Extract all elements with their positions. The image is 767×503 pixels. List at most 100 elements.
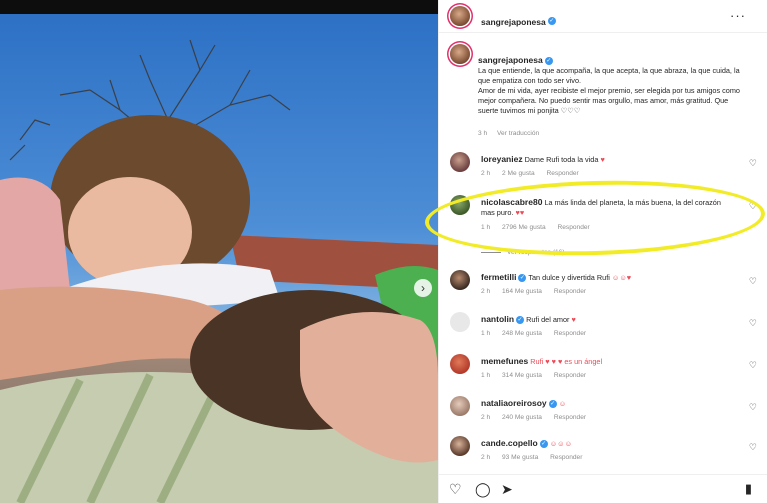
- reply-button[interactable]: Responder: [546, 170, 578, 177]
- comment-username[interactable]: memefunes: [481, 356, 528, 366]
- comment-likes[interactable]: 2 Me gusta: [502, 170, 535, 177]
- comment-username[interactable]: nicolascabre80: [481, 197, 542, 207]
- caption-meta: 3 h Ver traducción: [478, 130, 547, 137]
- heart-icon[interactable]: ♡: [749, 201, 757, 212]
- view-replies-label[interactable]: Ver respuestas (16): [507, 249, 565, 256]
- caption-time: 3 h: [478, 130, 488, 137]
- comment-avatar[interactable]: [450, 354, 470, 374]
- comment-item: memefunes Rufi ♥ ♥ ♥ es un ángel 1 h 314…: [450, 354, 765, 386]
- heart-emoji: ♥: [600, 155, 605, 164]
- replies-divider: [481, 251, 501, 253]
- translate-link[interactable]: Ver traducción: [497, 130, 539, 137]
- comment-meta: 2 h 93 Me gusta Responder: [481, 454, 592, 461]
- comment-username[interactable]: cande.copello: [481, 438, 538, 448]
- comment-text: fermetilli ✓ Tan dulce y divertida Rufi ☺…: [481, 272, 731, 283]
- bookmark-icon[interactable]: ▮: [745, 481, 752, 497]
- action-bar: ♡ ◯ ➤ ▮: [439, 474, 767, 503]
- comment-meta: 2 h 240 Me gusta Responder: [481, 414, 596, 421]
- comment-meta: 1 h 248 Me gusta Responder: [481, 330, 596, 337]
- emoji: ☺: [558, 399, 567, 408]
- comment-avatar[interactable]: [450, 270, 470, 290]
- comment-meta: 1 h 314 Me gusta Responder: [481, 372, 596, 379]
- comment-body: Tan dulce y divertida Rufi: [528, 273, 610, 282]
- comment-time: 2 h: [481, 454, 491, 461]
- heart-icon[interactable]: ♡: [749, 442, 757, 453]
- comment-username[interactable]: loreyaniez: [481, 154, 523, 164]
- comment-avatar[interactable]: [450, 396, 470, 416]
- chevron-right-icon[interactable]: ›: [414, 279, 432, 297]
- more-horizontal-icon[interactable]: ···: [730, 8, 746, 23]
- comment-body: Rufi ♥ ♥ ♥ es un ángel: [530, 357, 603, 366]
- comment-item: fermetilli ✓ Tan dulce y divertida Rufi ☺…: [450, 270, 765, 302]
- comment-likes[interactable]: 2796 Me gusta: [502, 224, 546, 231]
- post-photo: ›: [0, 0, 438, 503]
- heart-icon[interactable]: ♡: [749, 360, 757, 371]
- comment-item: cande.copello ✓ ☺☺☺ 2 h 93 Me gusta Respo…: [450, 436, 765, 468]
- comment-time: 2 h: [481, 170, 491, 177]
- comment-likes[interactable]: 248 Me gusta: [502, 330, 542, 337]
- share-icon[interactable]: ➤: [501, 481, 513, 497]
- comment-text: nantolin ✓ Rufi del amor ♥: [481, 314, 731, 325]
- comment-username[interactable]: nataliaoreirosoy: [481, 398, 547, 408]
- verified-icon: ✓: [547, 16, 556, 25]
- author-avatar[interactable]: [450, 6, 470, 26]
- comment-text: cande.copello ✓ ☺☺☺: [481, 438, 731, 449]
- comment-likes[interactable]: 314 Me gusta: [502, 372, 542, 379]
- emoji: ☺☺☺: [549, 439, 573, 448]
- heart-emoji: ♥♥: [515, 208, 525, 217]
- verified-icon: ✓: [539, 440, 548, 449]
- caption-username[interactable]: sangrejaponesa: [478, 55, 543, 65]
- verified-icon: ✓: [544, 57, 553, 66]
- comment-avatar[interactable]: [450, 195, 470, 215]
- comment-avatar[interactable]: [450, 436, 470, 456]
- comment-text: nataliaoreirosoy ✓ ☺: [481, 398, 731, 409]
- comment-likes[interactable]: 240 Me gusta: [502, 414, 542, 421]
- comment-time: 1 h: [481, 372, 491, 379]
- comment-meta: 1 h 2796 Me gusta Responder: [481, 224, 600, 231]
- heart-icon[interactable]: ♡: [749, 402, 757, 413]
- comment-avatar[interactable]: [450, 152, 470, 172]
- heart-icon[interactable]: ♡: [449, 481, 462, 497]
- reply-button[interactable]: Responder: [550, 454, 582, 461]
- comment-time: 1 h: [481, 330, 491, 337]
- author-row: sangrejaponesa ✓: [481, 12, 556, 30]
- comment-body: Dame Rufi toda la vida: [524, 155, 599, 164]
- photo-illustration: [0, 39, 438, 503]
- reply-button[interactable]: Responder: [554, 372, 586, 379]
- comment-likes[interactable]: 93 Me gusta: [502, 454, 538, 461]
- reply-button[interactable]: Responder: [554, 414, 586, 421]
- caption-avatar[interactable]: [450, 44, 470, 64]
- heart-icon[interactable]: ♡: [749, 318, 757, 329]
- comment-item: nantolin ✓ Rufi del amor ♥ 1 h 248 Me gus…: [450, 312, 765, 344]
- post-header: sangrejaponesa ✓ ···: [439, 0, 767, 33]
- verified-icon: ✓: [516, 316, 525, 325]
- comment-meta: 2 h 2 Me gusta Responder: [481, 170, 589, 177]
- caption-body: La que entiende, la que acompaña, la que…: [478, 66, 740, 115]
- verified-icon: ✓: [518, 274, 527, 283]
- emoji: ☺☺♥: [611, 273, 632, 282]
- comment-body: Rufi del amor: [526, 315, 570, 324]
- verified-icon: ✓: [548, 400, 557, 409]
- comment-username[interactable]: nantolin: [481, 314, 514, 324]
- comment-time: 2 h: [481, 414, 491, 421]
- comment-item: nicolascabre80 La más linda del planeta,…: [450, 195, 765, 237]
- heart-emoji: ♥: [571, 315, 576, 324]
- reply-button[interactable]: Responder: [554, 288, 586, 295]
- comment-text: nicolascabre80 La más linda del planeta,…: [481, 197, 731, 218]
- comment-item: nataliaoreirosoy ✓ ☺ 2 h 240 Me gusta Res…: [450, 396, 765, 428]
- heart-icon[interactable]: ♡: [749, 276, 757, 287]
- reply-button[interactable]: Responder: [557, 224, 589, 231]
- post-panel: sangrejaponesa ✓ ··· sangrejaponesa ✓ La q…: [438, 0, 767, 503]
- comment-avatar[interactable]: [450, 312, 470, 332]
- reply-button[interactable]: Responder: [554, 330, 586, 337]
- comment-likes[interactable]: 164 Me gusta: [502, 288, 542, 295]
- comment-text: memefunes Rufi ♥ ♥ ♥ es un ángel: [481, 356, 731, 367]
- comment-time: 1 h: [481, 224, 491, 231]
- comment-time: 2 h: [481, 288, 491, 295]
- author-username[interactable]: sangrejaponesa: [481, 17, 546, 27]
- caption-text: sangrejaponesa ✓ La que entiende, la que …: [478, 45, 750, 116]
- view-replies[interactable]: Ver respuestas (16): [481, 249, 565, 256]
- comment-icon[interactable]: ◯: [475, 481, 491, 497]
- heart-icon[interactable]: ♡: [749, 158, 757, 169]
- comment-username[interactable]: fermetilli: [481, 272, 516, 282]
